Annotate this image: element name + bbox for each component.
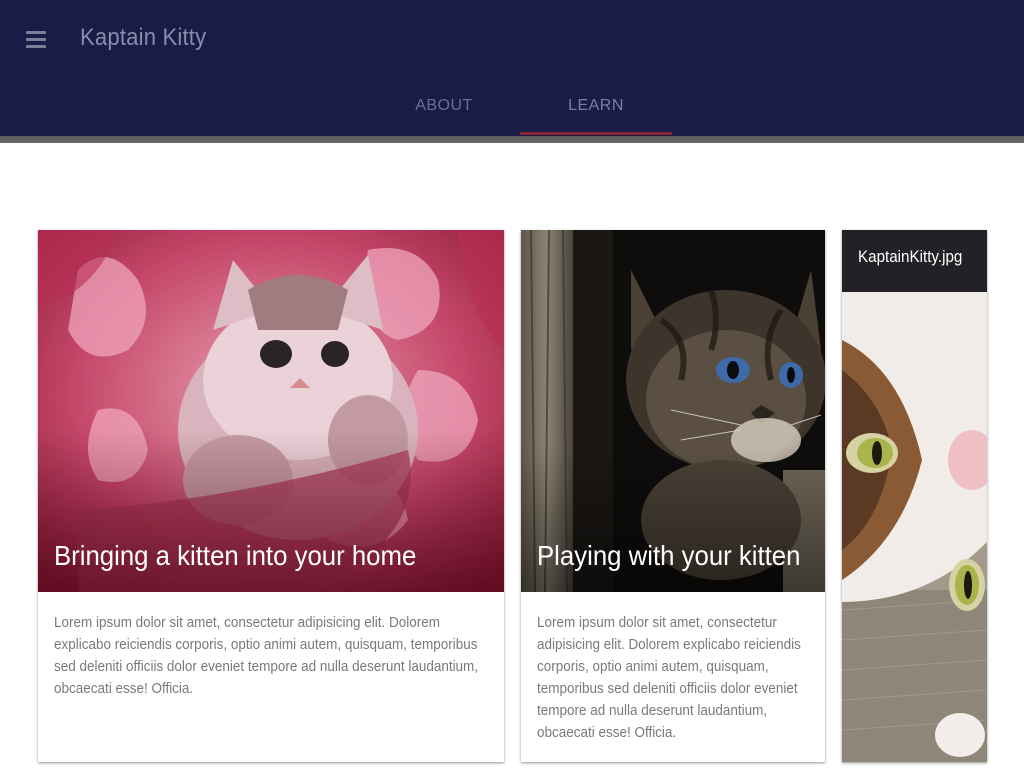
tab-about[interactable]: ABOUT xyxy=(368,76,520,136)
kitten-photo: Playing with your kitten xyxy=(521,230,825,592)
card-bringing-kitten-home[interactable]: Bringing a kitten into your home Lorem i… xyxy=(38,230,504,762)
image-caption-bar: KaptainKitty.jpg xyxy=(842,230,987,292)
card-kaptain-kitty-image[interactable]: KaptainKitty.jpg xyxy=(842,230,987,762)
card-text: Lorem ipsum dolor sit amet, consectetur … xyxy=(54,615,479,697)
card-title: Bringing a kitten into your home xyxy=(54,540,417,571)
app-title: Kaptain Kitty xyxy=(80,24,207,51)
card-playing-with-kitten[interactable]: Playing with your kitten Lorem ipsum dol… xyxy=(521,230,825,762)
card-title: Playing with your kitten xyxy=(537,540,801,571)
menu-icon[interactable] xyxy=(22,26,50,52)
card-text: Lorem ipsum dolor sit amet, consectetur … xyxy=(537,615,801,741)
image-caption: KaptainKitty.jpg xyxy=(858,248,963,266)
app-bar: Kaptain Kitty ABOUT LEARN xyxy=(0,0,1024,136)
tab-learn[interactable]: LEARN xyxy=(520,76,672,136)
cat-photo xyxy=(842,230,987,762)
kitten-photo: Bringing a kitten into your home xyxy=(38,230,504,592)
tab-bar: ABOUT LEARN xyxy=(368,76,672,136)
app-bar-shadow xyxy=(0,136,1024,143)
